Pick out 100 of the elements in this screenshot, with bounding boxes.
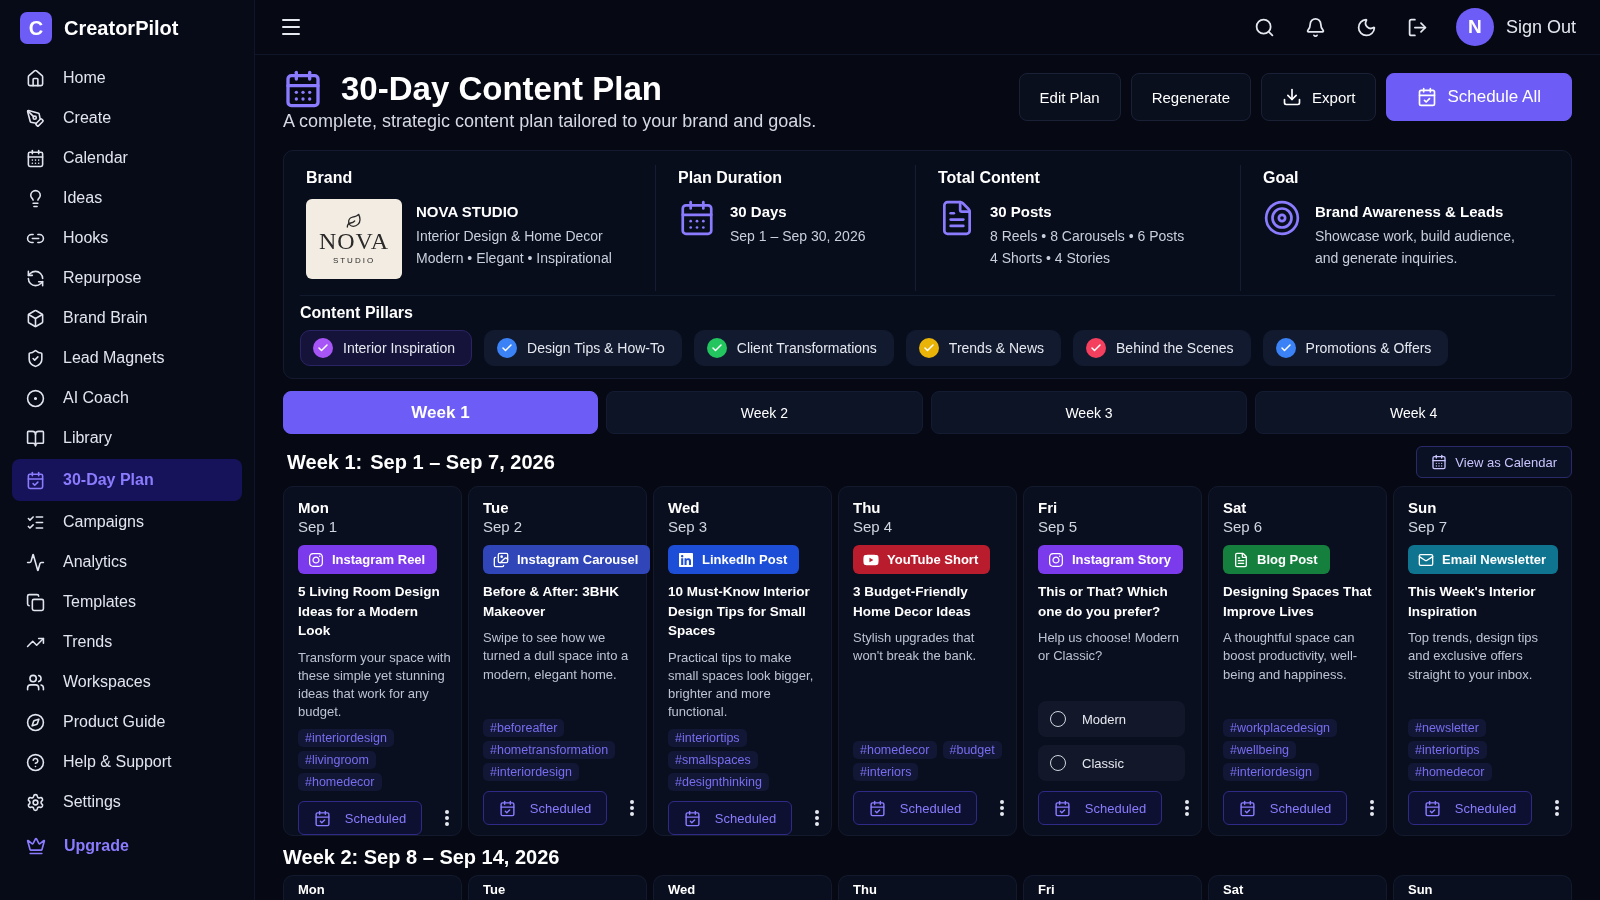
sidebar-item[interactable]: Templates bbox=[12, 582, 242, 622]
day-card: Mon bbox=[283, 875, 462, 900]
post-description: Stylish upgrades that won't break the bank. bbox=[853, 629, 978, 666]
post-title: Before & After: 3BHK Makeover bbox=[483, 583, 620, 621]
action-button[interactable]: Regenerate bbox=[1130, 73, 1252, 121]
post-title: 10 Must-Know Interior Design Tips for Small Spaces bbox=[668, 583, 811, 641]
hashtag: #homedecor bbox=[853, 741, 937, 759]
sidebar-item[interactable]: Analytics bbox=[12, 542, 242, 582]
sidebar-item[interactable]: Workspaces bbox=[12, 662, 242, 702]
scheduled-button[interactable]: Scheduled bbox=[1408, 791, 1532, 825]
hashtag: #interiortips bbox=[668, 729, 747, 748]
sidebar-item[interactable]: Brand Brain bbox=[12, 298, 242, 338]
upgrade-link[interactable]: Upgrade bbox=[12, 826, 242, 866]
pillar-chip[interactable]: Interior Inspiration bbox=[300, 330, 473, 366]
post-description: Practical tips to make small spaces look bigger, brighter and more functional. bbox=[668, 648, 815, 722]
post-description: Swipe to see how we turned a dull space into a modern, elegant home. bbox=[483, 629, 630, 684]
poll-option[interactable]: Modern bbox=[1038, 701, 1185, 737]
sidebar-item[interactable]: Library bbox=[12, 418, 242, 458]
day-card: Wed bbox=[653, 875, 832, 900]
brand-tone: Modern • Elegant • Inspirational bbox=[416, 248, 612, 268]
pillar-chip[interactable]: Client Transformations bbox=[693, 330, 894, 366]
sidebar-item[interactable]: Product Guide bbox=[12, 702, 242, 742]
sidebar-item[interactable]: Ideas bbox=[12, 178, 242, 218]
pillar-chip[interactable]: Trends & News bbox=[905, 330, 1062, 366]
export-button[interactable]: Export bbox=[1261, 73, 1377, 121]
content-type-badge: Instagram Reel bbox=[298, 545, 438, 574]
sidebar-item[interactable]: Create bbox=[12, 98, 242, 138]
content-type-badge: LinkedIn Post bbox=[668, 545, 800, 574]
scheduled-button[interactable]: Scheduled bbox=[483, 791, 607, 825]
hashtag: #wellbeing bbox=[1223, 741, 1297, 759]
day-card: Tue bbox=[468, 875, 647, 900]
scheduled-button[interactable]: Scheduled bbox=[853, 791, 977, 825]
sign-out-link[interactable]: Sign Out bbox=[1505, 16, 1576, 38]
day-name: Sun bbox=[1408, 499, 1438, 516]
stat-value: 30 Days bbox=[730, 203, 788, 220]
sidebar-item[interactable]: Calendar bbox=[12, 138, 242, 178]
sidebar-item[interactable]: AI Coach bbox=[12, 378, 242, 418]
stat-heading: Plan Duration bbox=[678, 169, 783, 187]
hashtag: #budget bbox=[942, 741, 1002, 759]
stat-detail: and generate inquiries. bbox=[1315, 248, 1459, 268]
post-title: 3 Budget-Friendly Home Decor Ideas bbox=[853, 583, 972, 621]
post-description: Transform your space with these simple yet stunning ideas that work for any budget. bbox=[298, 648, 451, 722]
stat-detail: 8 Reels • 8 Carousels • 6 Posts bbox=[990, 227, 1185, 246]
user-avatar[interactable]: N bbox=[1455, 8, 1494, 46]
sidebar-item[interactable]: Lead Magnets bbox=[12, 338, 242, 378]
scheduled-button[interactable]: Scheduled bbox=[1223, 791, 1347, 825]
day-date: Sep 2 bbox=[483, 518, 524, 535]
stat-heading: Total Content bbox=[938, 169, 1041, 187]
stat-heading: Goal bbox=[1263, 169, 1300, 187]
sidebar-item[interactable]: Settings bbox=[12, 782, 242, 822]
pillar-chip[interactable]: Behind the Scenes bbox=[1073, 330, 1251, 366]
sidebar-item[interactable]: 30-Day Plan bbox=[12, 459, 242, 501]
content-type-badge: YouTube Short bbox=[853, 545, 991, 574]
scheduled-button[interactable]: Scheduled bbox=[1038, 791, 1162, 825]
day-name: Tue bbox=[483, 499, 510, 516]
sidebar-item[interactable]: Hooks bbox=[12, 218, 242, 258]
week-tab[interactable]: Week 1 bbox=[283, 391, 598, 434]
sidebar-item[interactable]: Repurpose bbox=[12, 258, 242, 298]
day-name: Fri bbox=[1038, 499, 1059, 516]
scheduled-button[interactable]: Scheduled bbox=[298, 801, 422, 836]
schedule-all-button[interactable]: Schedule All bbox=[1386, 73, 1572, 121]
week-tab[interactable]: Week 3 bbox=[930, 391, 1248, 434]
app-logo: C bbox=[20, 12, 52, 44]
day-date: Sep 5 bbox=[1038, 518, 1079, 535]
post-title: 5 Living Room Design Ideas for a Modern Look bbox=[298, 583, 441, 641]
stat-value: Brand Awareness & Leads bbox=[1315, 203, 1505, 220]
poll-option[interactable]: Classic bbox=[1038, 745, 1185, 781]
post-title: Designing Spaces That Improve Lives bbox=[1223, 583, 1373, 621]
hashtag: #hometransformation bbox=[483, 741, 616, 759]
sidebar-item[interactable]: Trends bbox=[12, 622, 242, 662]
page-title: 30-Day Content Plan bbox=[341, 70, 662, 108]
action-button[interactable]: Edit Plan bbox=[1018, 73, 1121, 121]
hashtag: #homedecor bbox=[298, 773, 382, 792]
post-description: Help us choose! Modern or Classic? bbox=[1038, 629, 1180, 666]
post-description: Top trends, design tips and exclusive offers straight to your inbox. bbox=[1408, 629, 1540, 684]
content-type-badge: Blog Post bbox=[1223, 545, 1330, 574]
week-heading: Week 2: Sep 8 – Sep 14, 2026 bbox=[283, 846, 561, 869]
hashtag: #interiordesign bbox=[298, 729, 394, 748]
stat-detail: 4 Shorts • 4 Stories bbox=[990, 248, 1112, 268]
sidebar-item[interactable]: Home bbox=[12, 58, 242, 98]
hashtag: #livingroom bbox=[298, 751, 376, 770]
pillar-chip[interactable]: Design Tips & How-To bbox=[484, 330, 682, 366]
day-card: Thu bbox=[838, 875, 1017, 900]
day-card: Sat bbox=[1208, 875, 1387, 900]
view-calendar-button[interactable]: View as Calendar bbox=[1416, 446, 1572, 478]
stat-detail: Sep 1 – Sep 30, 2026 bbox=[730, 227, 866, 246]
post-title: This Week's Interior Inspiration bbox=[1408, 583, 1537, 621]
hashtag: #interiortips bbox=[1408, 741, 1487, 759]
day-date: Sep 3 bbox=[668, 518, 709, 535]
stat-value: 30 Posts bbox=[990, 203, 1053, 220]
week-tab[interactable]: Week 4 bbox=[1255, 391, 1572, 434]
brand-name: NOVA STUDIO bbox=[416, 203, 520, 220]
sidebar-item[interactable]: Help & Support bbox=[12, 742, 242, 782]
pillar-chip[interactable]: Promotions & Offers bbox=[1262, 330, 1449, 366]
week-tab[interactable]: Week 2 bbox=[606, 391, 923, 434]
sidebar-item[interactable]: Campaigns bbox=[12, 502, 242, 542]
hashtag: #smallspaces bbox=[668, 751, 758, 770]
scheduled-button[interactable]: Scheduled bbox=[668, 801, 792, 836]
hashtag: #workplacedesign bbox=[1223, 719, 1338, 737]
hashtag: #interiordesign bbox=[483, 763, 579, 781]
